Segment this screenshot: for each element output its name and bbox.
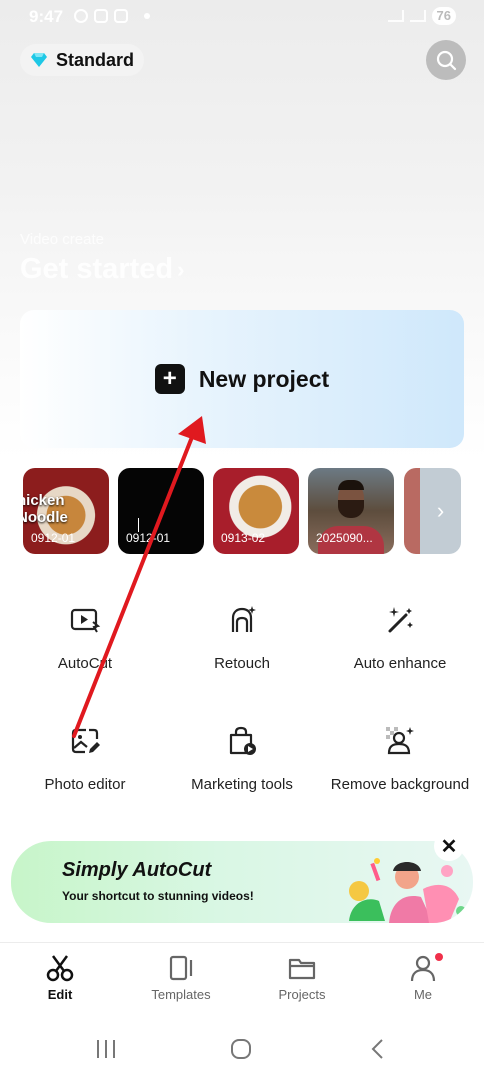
search-icon	[436, 50, 457, 71]
tool-label: Retouch	[214, 655, 270, 672]
autocut-icon	[5, 602, 165, 638]
plan-label: Standard	[56, 49, 135, 70]
nav-label: Edit	[47, 987, 73, 1002]
game-icon	[94, 9, 108, 23]
promo-banner[interactable]: Simply AutoCut Your shortcut to stunning…	[11, 841, 473, 923]
portrait-hair	[338, 480, 364, 490]
dot-icon	[144, 13, 150, 19]
bottom-navigation: Edit Templates Projects Me	[0, 942, 484, 1008]
folder-icon	[242, 953, 362, 983]
nav-item-me[interactable]: Me	[363, 953, 483, 1002]
system-navigation-bar	[0, 1018, 484, 1080]
battery-indicator: 76	[431, 7, 456, 25]
tool-retouch[interactable]: Retouch	[162, 602, 322, 672]
home-icon[interactable]	[229, 1038, 253, 1060]
thumbnail-label: 2025090...	[316, 531, 373, 545]
tool-label: Photo editor	[44, 776, 126, 793]
recent-project-thumbnail[interactable]: hicken Noodle 0912-01	[23, 468, 109, 554]
signal-icon	[409, 10, 426, 22]
tool-photo-editor[interactable]: Photo editor	[5, 723, 165, 793]
promo-subtitle: Your shortcut to stunning videos!	[62, 889, 254, 903]
templates-icon	[121, 953, 241, 983]
hero-title: Get started	[20, 253, 174, 285]
status-time: 9:47	[29, 7, 64, 26]
plan-badge[interactable]: Standard	[20, 44, 145, 76]
chevron-right-icon: ›	[436, 498, 445, 523]
nav-label: Projects	[278, 987, 326, 1002]
shopping-bag-icon	[162, 723, 322, 759]
scissors-icon	[0, 953, 120, 983]
recent-project-thumbnail[interactable]: 0913-02	[213, 468, 299, 554]
get-started-link[interactable]: Get started ›	[20, 253, 184, 286]
retouch-icon	[162, 602, 322, 638]
thumbnail-overlay-title: hicken Noodle	[23, 492, 68, 526]
nav-label: Me	[413, 987, 433, 1002]
photo-edit-icon	[5, 723, 165, 759]
recent-projects: hicken Noodle 0912-01 0912-01 0913-02 20…	[23, 468, 394, 554]
close-icon: ✕	[440, 835, 458, 858]
promo-close-button[interactable]: ✕	[434, 831, 464, 861]
magic-wand-icon	[320, 602, 480, 638]
new-project-button[interactable]: + New project	[20, 310, 464, 448]
tool-auto-enhance[interactable]: Auto enhance	[320, 602, 480, 672]
chevron-right-icon: ›	[177, 256, 185, 282]
nav-label: Templates	[151, 987, 211, 1002]
tool-marketing-tools[interactable]: Marketing tools	[162, 723, 322, 793]
recent-project-thumbnail[interactable]: 2025090...	[308, 468, 394, 554]
nav-item-projects[interactable]: Projects	[242, 953, 362, 1002]
new-project-label: New project	[198, 365, 330, 392]
notification-dot	[435, 953, 443, 961]
recent-apps-icon[interactable]	[94, 1038, 118, 1060]
tool-label: AutoCut	[57, 655, 113, 672]
recent-project-thumbnail[interactable]: 0912-01	[118, 468, 204, 554]
hero-subtitle: Video create	[20, 231, 104, 248]
back-icon[interactable]	[366, 1038, 390, 1060]
nav-item-templates[interactable]: Templates	[121, 953, 241, 1002]
tool-label: Remove background	[330, 776, 470, 793]
tool-label: Auto enhance	[353, 655, 447, 672]
more-projects-button[interactable]: ›	[404, 468, 461, 554]
nav-item-edit[interactable]: Edit	[0, 953, 120, 1002]
diamond-icon	[30, 52, 48, 68]
plus-icon: +	[154, 364, 185, 394]
thumbnail-label: 0912-01	[31, 531, 76, 545]
status-bar: 9:47 76	[0, 0, 484, 34]
tool-remove-background[interactable]: Remove background	[320, 723, 480, 793]
person-icon	[363, 953, 483, 983]
promo-title: Simply AutoCut	[62, 859, 212, 881]
portrait-beard	[338, 500, 364, 518]
search-button[interactable]	[426, 40, 466, 80]
tool-autocut[interactable]: AutoCut	[5, 602, 165, 672]
thumbnail-label: 0913-02	[221, 531, 266, 545]
tool-label: Marketing tools	[191, 776, 293, 793]
signal-icon	[387, 10, 404, 22]
system-indicators: 76	[387, 7, 456, 25]
cursor-line	[138, 518, 139, 532]
notification-icon	[74, 9, 88, 23]
thumbnail-label: 0912-01	[126, 531, 171, 545]
grid-icon	[114, 9, 128, 23]
notification-icons	[74, 9, 150, 23]
remove-background-icon	[320, 723, 480, 759]
